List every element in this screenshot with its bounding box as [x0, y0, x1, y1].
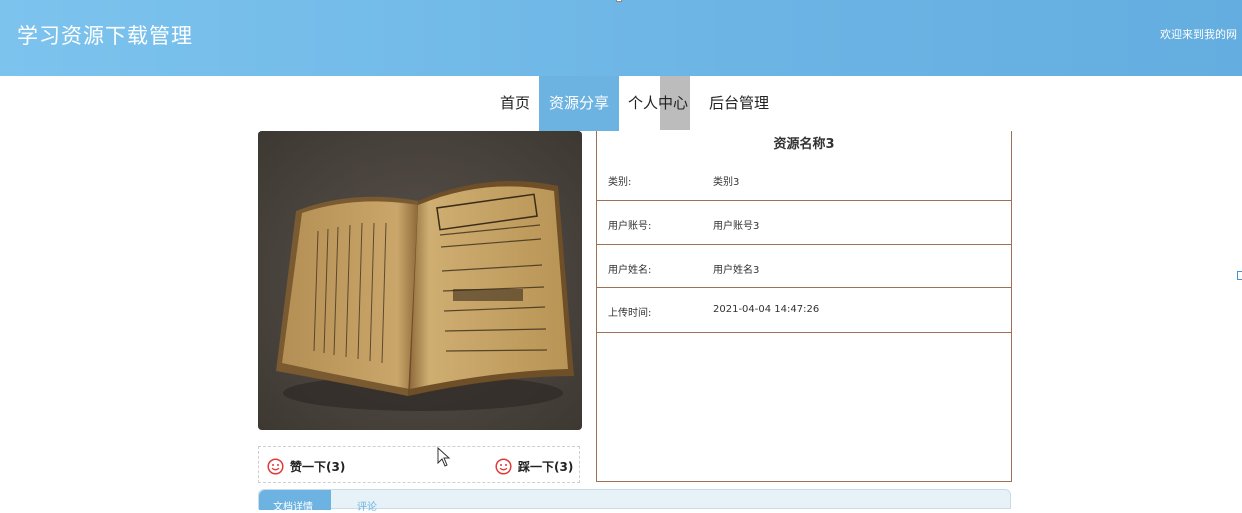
nav-home[interactable]: 首页 [492, 76, 538, 131]
info-row-category: 类别: 类别3 [597, 153, 1011, 201]
dislike-button[interactable]: 踩一下(3) [495, 456, 573, 476]
smile-icon [495, 457, 512, 475]
info-value: 类别3 [713, 177, 740, 188]
info-row-upload-time: 上传时间: 2021-04-04 14:47:26 [597, 288, 1011, 333]
nav-personal-label: 个人中心 [627, 94, 688, 112]
top-handle-icon [616, 0, 622, 2]
info-value: 用户姓名3 [713, 265, 760, 276]
detail-tabs: 文档详情 评论 [258, 489, 1011, 513]
dislike-label: 踩一下(3) [518, 459, 574, 474]
like-label: 赞一下(3) [290, 459, 346, 474]
info-value: 用户账号3 [713, 221, 760, 232]
resource-image[interactable] [258, 131, 582, 430]
info-label: 上传时间: [608, 308, 652, 319]
vote-box: 赞一下(3) 踩一下(3) [258, 446, 580, 483]
info-row-user-name: 用户姓名: 用户姓名3 [597, 245, 1011, 288]
nav-admin[interactable]: 后台管理 [700, 76, 778, 131]
nav-resource-share[interactable]: 资源分享 [539, 76, 619, 131]
site-header: 学习资源下载管理 欢迎来到我的网 [0, 0, 1242, 76]
smile-icon [267, 457, 284, 475]
mouse-cursor-icon [437, 447, 451, 467]
old-book-icon [258, 131, 582, 430]
like-button[interactable]: 赞一下(3) [267, 456, 345, 476]
site-title: 学习资源下载管理 [17, 24, 193, 48]
info-label: 用户姓名: [608, 265, 652, 276]
nav-personal-center[interactable]: 个人中心 [621, 76, 695, 131]
tab-comment[interactable]: 评论 [357, 498, 377, 513]
welcome-text: 欢迎来到我的网 [1160, 28, 1237, 41]
info-label: 类别: [608, 177, 632, 188]
info-label: 用户账号: [608, 221, 652, 232]
resource-info-panel: 资源名称3 类别: 类别3 用户账号: 用户账号3 用户姓名: 用户姓名3 上传… [596, 131, 1012, 482]
info-row-user-account: 用户账号: 用户账号3 [597, 201, 1011, 245]
edge-marker-icon [1237, 271, 1242, 280]
resource-name: 资源名称3 [773, 137, 835, 152]
info-value: 2021-04-04 14:47:26 [713, 304, 820, 315]
main-nav: 首页 资源分享 个人中心 后台管理 [0, 76, 1242, 131]
tab-document-detail[interactable]: 文档详情 [259, 490, 331, 510]
